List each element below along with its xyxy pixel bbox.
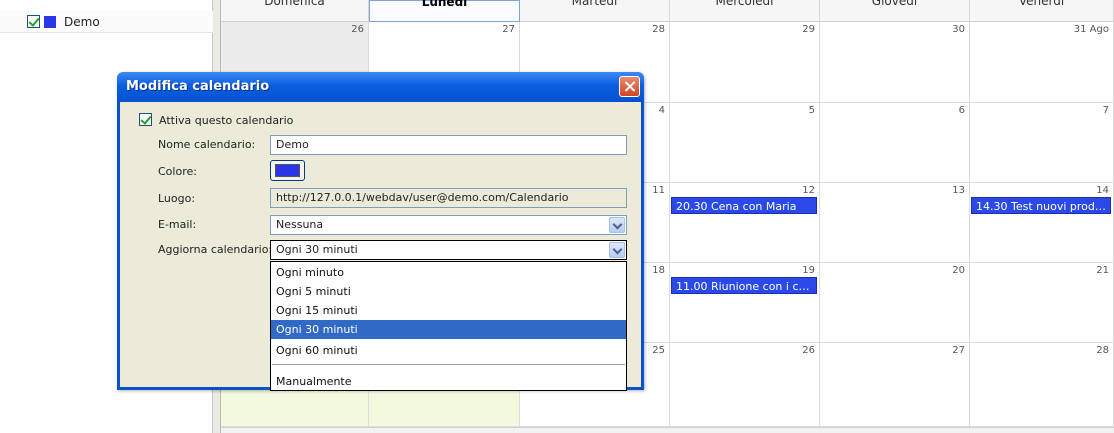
day-header-sunday: Domenica xyxy=(221,0,369,22)
day-cell[interactable]: 19 11.00 Riunione con i com... xyxy=(670,263,820,343)
close-button[interactable] xyxy=(619,76,640,97)
day-cell[interactable]: 13 xyxy=(820,183,970,263)
enable-calendar-label: Attiva questo calendario xyxy=(159,114,294,127)
email-label: E-mail: xyxy=(158,218,197,231)
color-label: Colore: xyxy=(158,165,197,178)
dialog-titlebar[interactable]: Modifica calendario xyxy=(117,72,644,102)
calendar-name-input[interactable]: Demo xyxy=(270,135,627,155)
color-picker-button[interactable] xyxy=(270,160,305,181)
day-cell[interactable]: 6 xyxy=(820,103,970,183)
dialog-title: Modifica calendario xyxy=(126,79,270,94)
event-test-nuovi-prodotti[interactable]: 14.30 Test nuovi prodotti xyxy=(971,197,1111,214)
chevron-down-icon[interactable] xyxy=(609,217,625,233)
enable-calendar-checkbox[interactable] xyxy=(139,113,152,126)
day-cell[interactable]: 27 xyxy=(820,343,970,427)
location-field: http://127.0.0.1/webdav/user@demo.com/Ca… xyxy=(270,188,627,208)
day-header-thursday: Giovedì xyxy=(820,0,970,22)
next-week-strip xyxy=(221,427,1114,433)
day-cell[interactable]: 5 xyxy=(670,103,820,183)
refresh-label: Aggiorna calendario: xyxy=(158,243,273,256)
event-cena-con-maria[interactable]: 20.30 Cena con Maria xyxy=(671,197,817,214)
day-cell[interactable]: 7 xyxy=(970,103,1114,183)
options-separator xyxy=(272,364,625,365)
day-cell[interactable]: 28 xyxy=(970,343,1114,427)
calendar-color-swatch xyxy=(44,16,56,28)
day-header-wednesday: Mercoledì xyxy=(670,0,820,22)
day-header-monday: Lunedì xyxy=(369,0,520,22)
chevron-down-icon[interactable] xyxy=(609,242,625,258)
refresh-select-value: Ogni 30 minuti xyxy=(276,243,358,256)
calendar-name-label: Nome calendario: xyxy=(158,138,256,151)
option-ogni-15-minuti[interactable]: Ogni 15 minuti xyxy=(271,301,626,320)
option-manualmente[interactable]: Manualmente xyxy=(271,372,626,391)
day-cell[interactable]: 12 20.30 Cena con Maria xyxy=(670,183,820,263)
event-riunione[interactable]: 11.00 Riunione con i com... xyxy=(671,277,817,294)
color-swatch xyxy=(275,164,300,177)
calendar-list-item-demo[interactable]: Demo xyxy=(0,11,213,33)
day-cell[interactable]: 21 xyxy=(970,263,1114,343)
day-cell[interactable]: 14 14.30 Test nuovi prodotti xyxy=(970,183,1114,263)
day-header-friday: Venerdì xyxy=(970,0,1114,22)
option-ogni-5-minuti[interactable]: Ogni 5 minuti xyxy=(271,282,626,301)
day-header-tuesday: Martedì xyxy=(520,0,670,22)
day-cell[interactable]: 31 Ago xyxy=(970,22,1114,103)
option-ogni-60-minuti[interactable]: Ogni 60 minuti xyxy=(271,341,626,360)
day-cell[interactable]: 26 xyxy=(670,343,820,427)
option-ogni-minuto[interactable]: Ogni minuto xyxy=(271,263,626,282)
option-ogni-30-minuti[interactable]: Ogni 30 minuti xyxy=(271,320,626,339)
calendar-name: Demo xyxy=(64,15,100,29)
calendar-visible-checkbox[interactable] xyxy=(27,15,40,28)
email-select[interactable]: Nessuna xyxy=(270,215,627,235)
location-label: Luogo: xyxy=(158,192,196,205)
day-cell[interactable]: 30 xyxy=(820,22,970,103)
refresh-select[interactable]: Ogni 30 minuti xyxy=(270,240,627,260)
day-cell[interactable]: 29 xyxy=(670,22,820,103)
day-cell[interactable]: 20 xyxy=(820,263,970,343)
email-select-value: Nessuna xyxy=(276,218,324,231)
refresh-options-list[interactable]: Ogni minuto Ogni 5 minuti Ogni 15 minuti… xyxy=(270,261,627,391)
